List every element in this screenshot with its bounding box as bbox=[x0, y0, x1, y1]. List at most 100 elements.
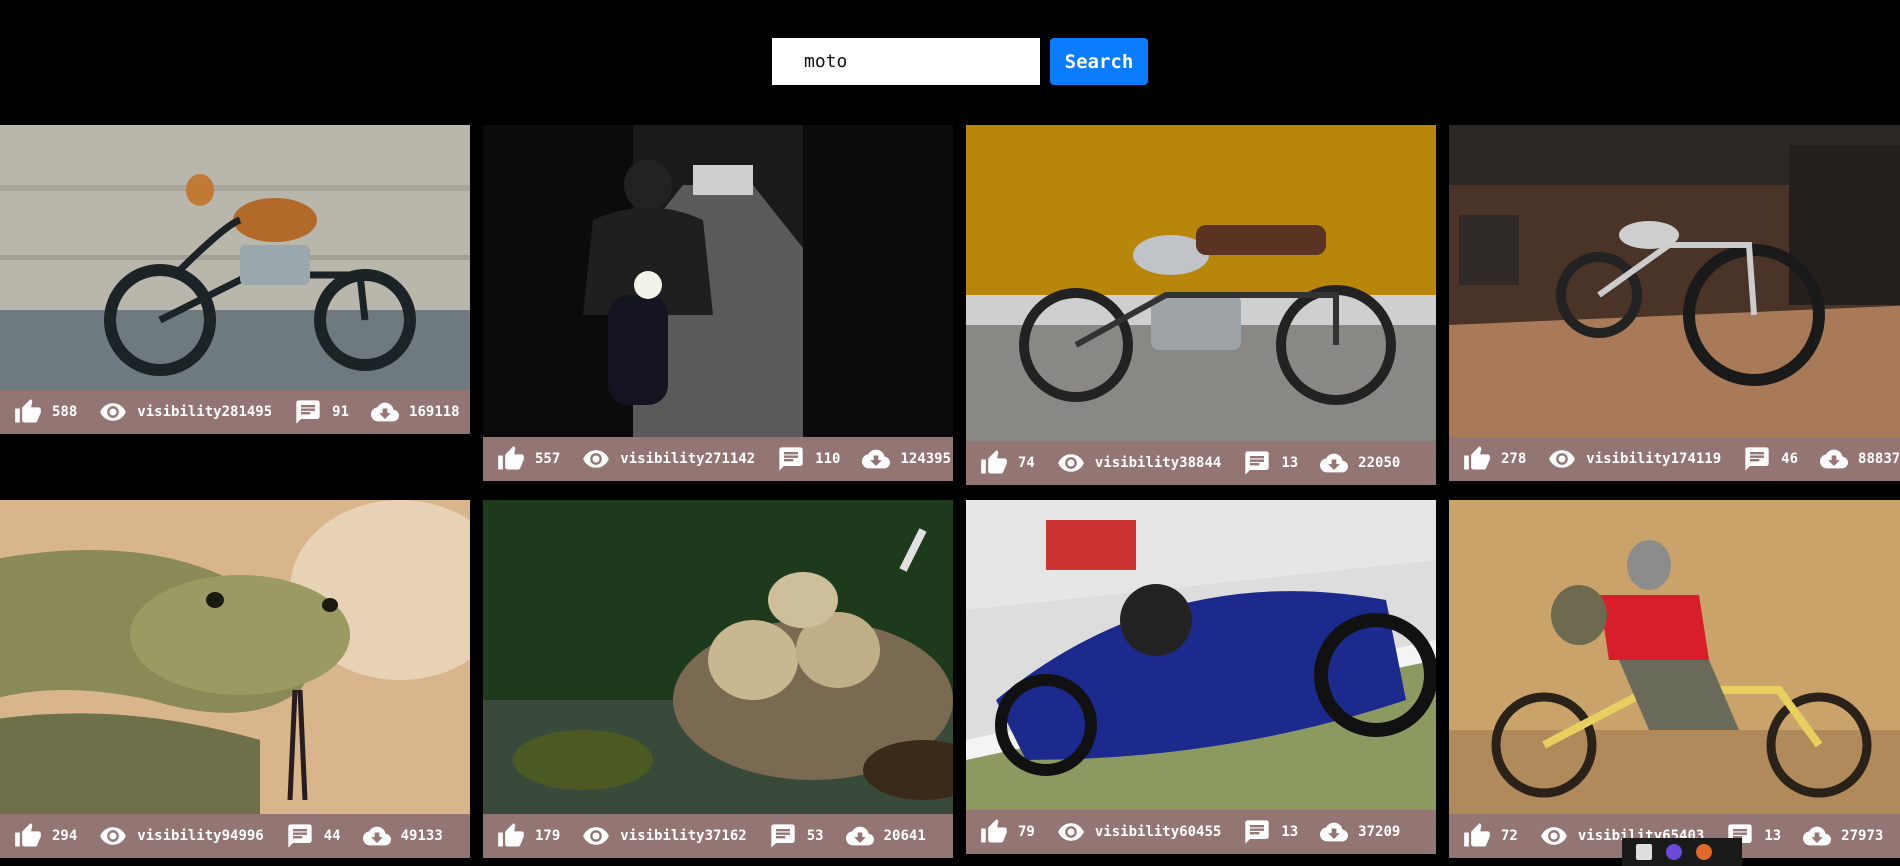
photo-royal-enfield[interactable] bbox=[966, 125, 1436, 441]
views-label: visibility bbox=[620, 828, 705, 844]
views-count: 281495 bbox=[221, 404, 273, 420]
comment-icon[interactable] bbox=[1743, 445, 1771, 473]
likes-stat[interactable]: 179 bbox=[497, 822, 560, 850]
downloads-stat[interactable]: 22050 bbox=[1320, 449, 1400, 477]
views-count: 37162 bbox=[704, 828, 747, 844]
downloads-stat[interactable]: 20641 bbox=[845, 822, 926, 850]
comments-stat[interactable]: 53 bbox=[769, 822, 824, 850]
likes-count: 294 bbox=[52, 828, 78, 844]
like-icon[interactable] bbox=[14, 822, 42, 850]
views-label: visibility bbox=[620, 451, 705, 467]
downloads-stat[interactable]: 124395 bbox=[862, 445, 951, 473]
comment-icon[interactable] bbox=[1243, 818, 1271, 846]
downloads-stat[interactable]: 49133 bbox=[362, 822, 443, 850]
likes-count: 557 bbox=[535, 451, 561, 467]
search-input[interactable] bbox=[772, 38, 1040, 85]
like-icon[interactable] bbox=[1463, 445, 1491, 473]
views-stat: visibility 174119 bbox=[1548, 445, 1721, 473]
downloads-count: 49133 bbox=[400, 828, 443, 844]
image-card[interactable]: 74 visibility 38844 13 22050 bbox=[966, 125, 1436, 485]
comments-count: 46 bbox=[1781, 451, 1799, 467]
comments-count: 110 bbox=[815, 451, 841, 467]
app-icon[interactable] bbox=[1696, 844, 1712, 860]
download-icon[interactable] bbox=[1803, 822, 1832, 850]
download-icon[interactable] bbox=[1820, 445, 1849, 473]
likes-stat[interactable]: 79 bbox=[980, 818, 1035, 846]
browser-icon[interactable] bbox=[1666, 844, 1682, 860]
likes-stat[interactable]: 294 bbox=[14, 822, 77, 850]
download-icon[interactable] bbox=[371, 398, 400, 426]
photo-rattlesnake[interactable] bbox=[0, 500, 470, 814]
comments-stat[interactable]: 13 bbox=[1243, 818, 1298, 846]
photo-nest-with-eggs[interactable] bbox=[483, 500, 953, 814]
stats-bar: 79 visibility 60455 13 37209 bbox=[966, 810, 1436, 854]
comment-icon[interactable] bbox=[777, 445, 805, 473]
shield-icon[interactable] bbox=[1636, 844, 1652, 860]
downloads-stat[interactable]: 27973 bbox=[1803, 822, 1883, 850]
stats-bar: 557 visibility 271142 110 124395 bbox=[483, 437, 953, 481]
likes-stat[interactable]: 588 bbox=[14, 398, 77, 426]
download-icon[interactable] bbox=[862, 445, 891, 473]
eye-icon bbox=[582, 822, 610, 850]
likes-count: 72 bbox=[1501, 828, 1518, 844]
comments-count: 13 bbox=[1764, 828, 1782, 844]
comment-icon[interactable] bbox=[294, 398, 322, 426]
image-card[interactable]: 72 visibility 65403 13 27973 bbox=[1449, 500, 1900, 858]
downloads-stat[interactable]: 37209 bbox=[1320, 818, 1400, 846]
comment-icon[interactable] bbox=[769, 822, 797, 850]
image-card[interactable]: 278 visibility 174119 46 88837 bbox=[1449, 125, 1900, 481]
downloads-count: 169118 bbox=[409, 404, 460, 420]
eye-icon bbox=[1057, 818, 1085, 846]
views-stat: visibility 94996 bbox=[99, 822, 264, 850]
download-icon[interactable] bbox=[362, 822, 391, 850]
downloads-count: 27973 bbox=[1841, 828, 1884, 844]
image-card[interactable]: 588 visibility 281495 91 169118 bbox=[0, 125, 470, 434]
comments-count: 13 bbox=[1281, 455, 1299, 471]
photo-rider-on-road[interactable] bbox=[483, 125, 953, 437]
download-icon[interactable] bbox=[845, 822, 874, 850]
comment-icon[interactable] bbox=[286, 822, 314, 850]
downloads-count: 37209 bbox=[1358, 824, 1401, 840]
photo-garage-motorcycle[interactable] bbox=[1449, 125, 1900, 437]
views-stat: visibility 271142 bbox=[582, 445, 755, 473]
comments-stat[interactable]: 110 bbox=[777, 445, 840, 473]
like-icon[interactable] bbox=[497, 445, 525, 473]
likes-stat[interactable]: 74 bbox=[980, 449, 1035, 477]
image-card[interactable]: 79 visibility 60455 13 37209 bbox=[966, 500, 1436, 854]
eye-icon bbox=[99, 398, 127, 426]
views-label: visibility bbox=[1094, 824, 1180, 840]
like-icon[interactable] bbox=[1463, 822, 1491, 850]
downloads-stat[interactable]: 88837 bbox=[1820, 445, 1900, 473]
eye-icon bbox=[1540, 822, 1568, 850]
likes-stat[interactable]: 557 bbox=[497, 445, 560, 473]
like-icon[interactable] bbox=[980, 449, 1008, 477]
image-card[interactable]: 294 visibility 94996 44 49133 bbox=[0, 500, 470, 858]
photo-vintage-motorcycle[interactable] bbox=[0, 125, 470, 390]
likes-stat[interactable]: 278 bbox=[1463, 445, 1526, 473]
comments-stat[interactable]: 46 bbox=[1743, 445, 1798, 473]
comment-icon[interactable] bbox=[1243, 449, 1271, 477]
comments-count: 91 bbox=[332, 404, 350, 420]
comments-stat[interactable]: 13 bbox=[1243, 449, 1298, 477]
download-icon[interactable] bbox=[1320, 449, 1349, 477]
download-icon[interactable] bbox=[1320, 818, 1349, 846]
views-count: 94996 bbox=[221, 828, 264, 844]
comments-stat[interactable]: 91 bbox=[294, 398, 349, 426]
views-count: 60455 bbox=[1179, 824, 1222, 840]
like-icon[interactable] bbox=[497, 822, 525, 850]
likes-stat[interactable]: 72 bbox=[1463, 822, 1518, 850]
search-button[interactable]: Search bbox=[1050, 38, 1148, 85]
views-stat: visibility 281495 bbox=[99, 398, 272, 426]
like-icon[interactable] bbox=[980, 818, 1008, 846]
photo-dirt-bike-rider[interactable] bbox=[1449, 500, 1900, 814]
downloads-stat[interactable]: 169118 bbox=[371, 398, 460, 426]
likes-count: 179 bbox=[535, 828, 561, 844]
image-card[interactable]: 557 visibility 271142 110 124395 bbox=[483, 125, 953, 481]
eye-icon bbox=[1057, 449, 1085, 477]
image-card[interactable]: 179 visibility 37162 53 20641 bbox=[483, 500, 953, 858]
comments-stat[interactable]: 44 bbox=[286, 822, 341, 850]
views-stat: visibility 37162 bbox=[582, 822, 747, 850]
like-icon[interactable] bbox=[14, 398, 42, 426]
photo-racing-motorcycle[interactable] bbox=[966, 500, 1436, 810]
likes-count: 278 bbox=[1501, 451, 1527, 467]
